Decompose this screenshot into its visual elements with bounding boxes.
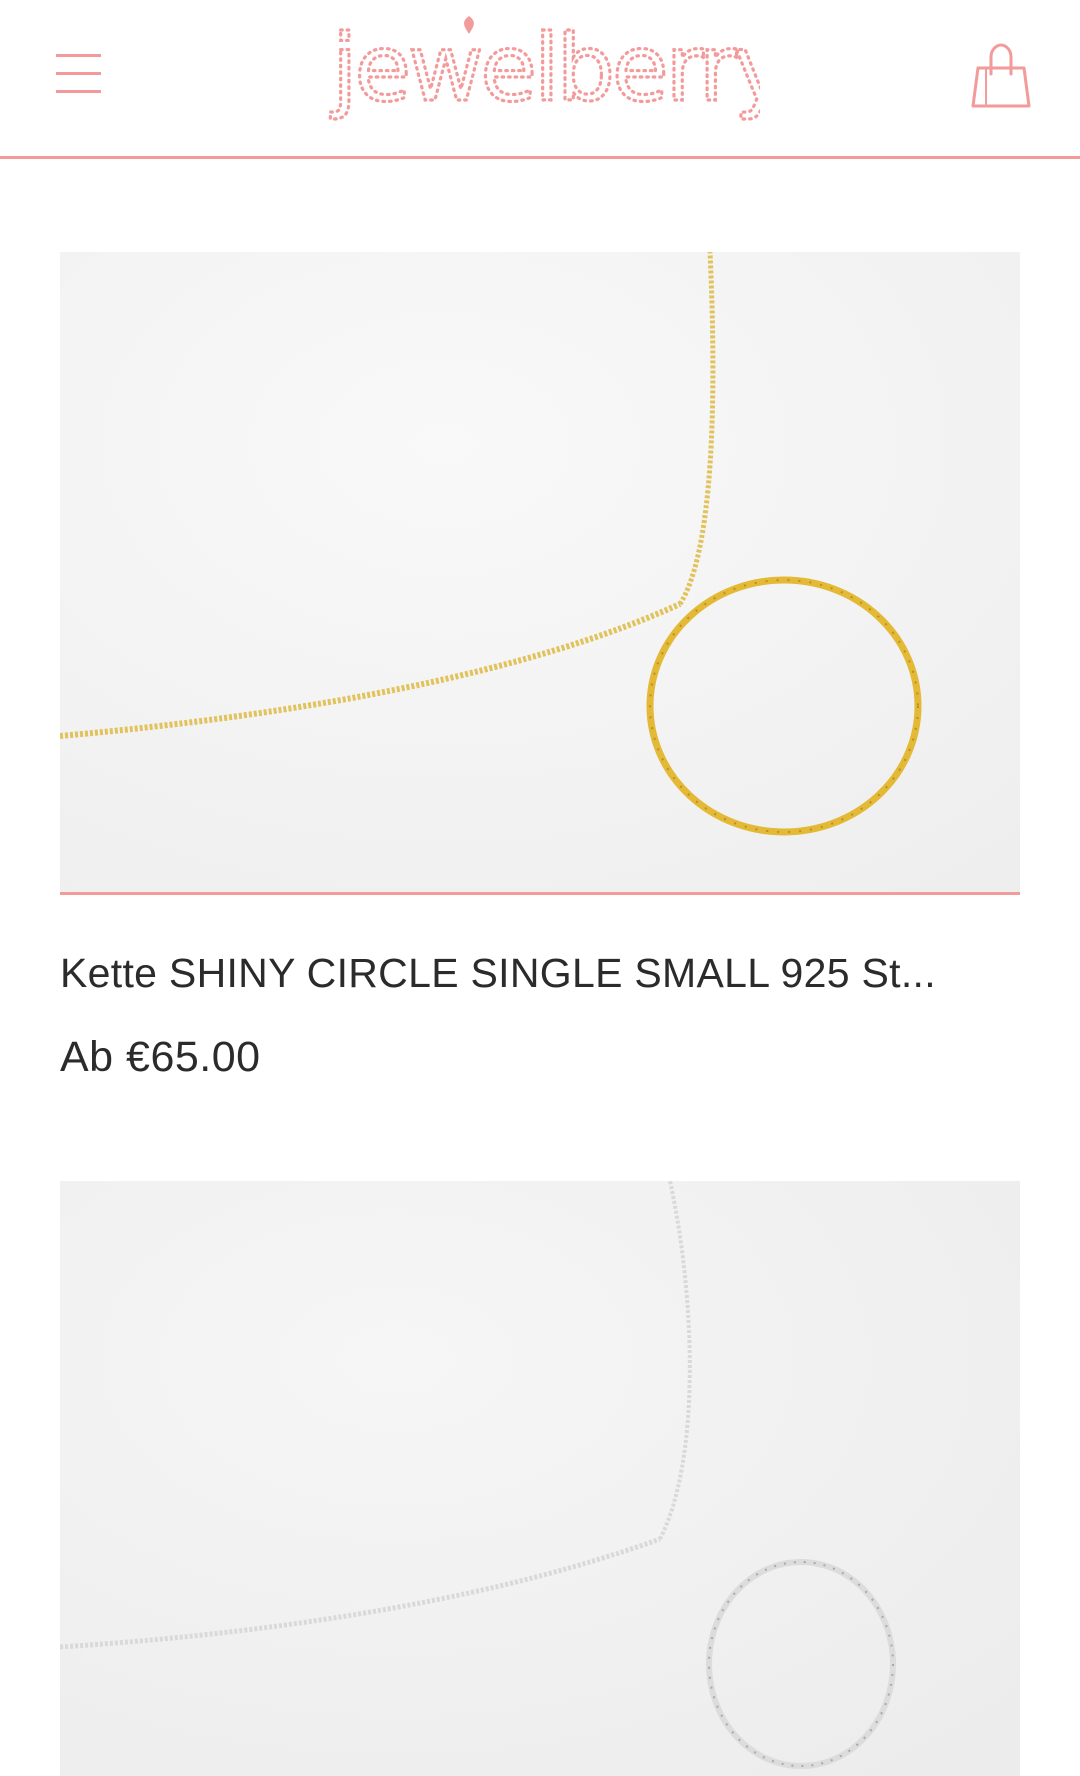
site-header: jewelberry: [0, 0, 1080, 159]
jewelberry-logo: jewelberry: [328, 14, 760, 124]
product-title[interactable]: Kette SHINY CIRCLE SINGLE SMALL 925 St..…: [60, 950, 1020, 997]
silver-circle-necklace-image[interactable]: [60, 1181, 1020, 1776]
product-card[interactable]: [60, 1181, 1020, 1776]
product-list-page: jewelberry Kette SHINY CIRCLE SINGLE SMA…: [0, 0, 1080, 1776]
svg-text:jewelberry: jewelberry: [330, 15, 760, 122]
brand-logo[interactable]: jewelberry: [320, 14, 760, 144]
gold-circle-necklace-image[interactable]: [60, 252, 1020, 895]
product-price: Ab €65.00: [60, 1033, 261, 1081]
cart-button[interactable]: [970, 42, 1032, 112]
shopping-bag-icon: [971, 43, 1031, 108]
menu-button[interactable]: [56, 50, 102, 98]
product-card[interactable]: Kette SHINY CIRCLE SINGLE SMALL 925 St..…: [60, 252, 1020, 1082]
